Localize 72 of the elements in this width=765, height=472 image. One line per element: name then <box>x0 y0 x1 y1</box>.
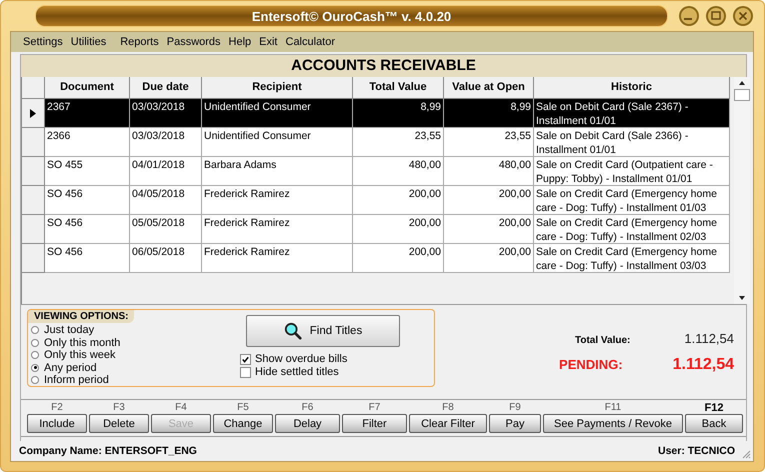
panel-title: VIEWING OPTIONS: <box>28 310 134 323</box>
radio-option[interactable]: Just today <box>28 324 218 336</box>
action-button[interactable]: Back <box>685 414 743 433</box>
checkbox-option[interactable]: Show overdue bills <box>240 353 400 366</box>
pending-value: 1.112,54 <box>672 356 734 374</box>
checkmark-icon <box>241 355 250 364</box>
menu-item[interactable]: Reports <box>120 36 159 48</box>
column-header: Due date <box>130 77 202 99</box>
shortcut-key: F12 <box>685 402 743 414</box>
table-cell: SO 456 <box>45 244 130 273</box>
total-label: Total Value: <box>574 335 630 346</box>
table-row[interactable]: 2366 03/03/2018 Unidentified Consumer 23,55 23,55 Sale on Debit Card (Sale 2366) - Installment 01/01 <box>22 128 730 157</box>
shortcut-key: F4 <box>151 402 211 414</box>
action-button[interactable]: Change <box>213 414 273 433</box>
action-button[interactable]: Clear Filter <box>409 414 487 433</box>
table-row[interactable]: SO 456 04/05/2018 Frederick Ramirez 200,00 200,00 Sale on Credit Card (Emergency home care - Dog: Tuffy) - Installment 01/03 <box>22 186 730 215</box>
menu-item[interactable]: Exit <box>259 36 278 48</box>
scroll-thumb[interactable] <box>734 89 750 101</box>
window-title: Entersoft© OuroCash™ v. 4.0.20 <box>35 5 668 27</box>
menu-item[interactable]: Passwords <box>166 36 221 48</box>
shortcut-key: F11 <box>543 402 683 414</box>
column-header: Recipient <box>202 77 353 99</box>
menu-item[interactable]: Utilities <box>70 36 106 48</box>
action-button[interactable]: Filter <box>342 414 407 433</box>
radio-option[interactable]: Any period <box>28 362 218 374</box>
row-header[interactable] <box>22 99 45 128</box>
table-cell: Frederick Ramirez <box>202 244 353 273</box>
action-button[interactable]: Pay <box>489 414 541 433</box>
table-row[interactable]: 2367 03/03/2018 Unidentified Consumer 8,99 8,99 Sale on Debit Card (Sale 2367) - Installment 01/01 <box>22 99 730 128</box>
table-cell: 200,00 <box>353 244 444 273</box>
column-header: Value at Open <box>444 77 534 99</box>
pending-label: PENDING: <box>559 357 623 372</box>
checkbox-option[interactable]: Hide settled titles <box>240 366 400 379</box>
page-heading: ACCOUNTS RECEIVABLE <box>21 55 746 77</box>
table-row[interactable]: SO 456 05/05/2018 Frederick Ramirez 200,00 200,00 Sale on Credit Card (Emergency home care - Dog: Tuffy) - Installment 02/03 <box>22 215 730 244</box>
menu-item[interactable]: Settings <box>23 36 63 48</box>
close-icon[interactable] <box>732 5 754 27</box>
maximize-icon[interactable] <box>705 5 727 27</box>
total-value: 1.112,54 <box>684 331 734 346</box>
table-cell: Sale on Credit Card (Emergency home care - Dog: Tuffy) - Installment 03/03 <box>534 244 730 273</box>
checkbox[interactable] <box>240 367 251 378</box>
radio-option[interactable]: Only this month <box>28 336 218 349</box>
menu-item[interactable]: Calculator <box>286 36 336 48</box>
column-header: Total Value <box>353 77 444 99</box>
search-icon <box>284 322 302 340</box>
shortcut-key: F8 <box>409 402 487 414</box>
minimize-icon[interactable] <box>678 5 700 27</box>
shortcut-key: F9 <box>489 402 541 414</box>
action-button[interactable]: Delete <box>89 414 149 433</box>
action-button[interactable]: Include <box>27 414 87 433</box>
column-header: Historic <box>534 77 730 99</box>
column-header: Document <box>45 77 130 99</box>
current-row-icon <box>30 108 36 118</box>
menu-item[interactable]: Help <box>228 36 252 48</box>
shortcut-key: F6 <box>275 402 340 414</box>
checkbox[interactable] <box>240 354 251 365</box>
table-cell: 200,00 <box>444 244 534 273</box>
shortcut-key: F3 <box>89 402 149 414</box>
table-row[interactable]: SO 455 04/01/2018 Barbara Adams 480,00 480,00 Sale on Credit Card (Outpatient care - Puppy: Tobby) - Installment 01/01 <box>22 157 730 186</box>
shortcut-key: F5 <box>213 402 273 414</box>
company-name: Company Name: ENTERSOFT_ENG <box>19 445 197 457</box>
shortcut-key: F7 <box>342 402 407 414</box>
resize-grip-icon[interactable] <box>741 449 751 459</box>
action-button[interactable]: Delay <box>275 414 340 433</box>
radio-option[interactable]: Inform period <box>28 374 218 386</box>
radio-option[interactable]: Only this week <box>28 349 218 362</box>
table-row[interactable]: SO 456 06/05/2018 Frederick Ramirez 200,00 200,00 Sale on Credit Card (Emergency home care - Dog: Tuffy) - Installment 03/03 <box>22 244 730 273</box>
table-cell: 06/05/2018 <box>130 244 202 273</box>
action-button[interactable]: See Payments / Revoke <box>543 414 683 433</box>
shortcut-key: F2 <box>27 402 87 414</box>
find-titles-button[interactable]: Find Titles <box>246 315 400 347</box>
user-name: User: TECNICO <box>658 445 735 457</box>
